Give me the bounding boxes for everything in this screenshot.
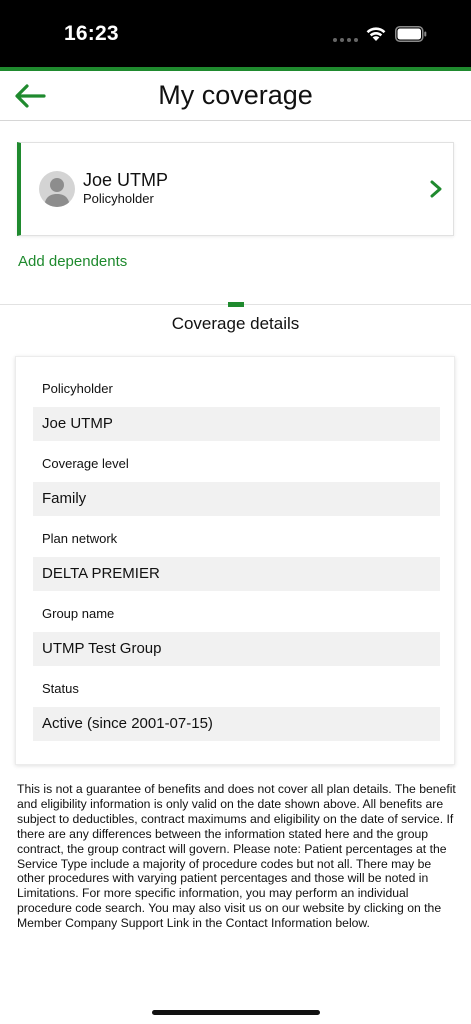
member-role: Policyholder	[83, 191, 154, 206]
detail-label: Coverage level	[42, 456, 129, 471]
section-marker	[228, 302, 244, 307]
wifi-icon	[366, 27, 386, 41]
status-time: 16:23	[64, 22, 119, 45]
detail-field-plan-network: Plan network DELTA PREMIER	[33, 529, 440, 591]
detail-value: DELTA PREMIER	[33, 557, 440, 591]
detail-field-policyholder: Policyholder Joe UTMP	[33, 379, 440, 441]
person-icon	[44, 178, 70, 207]
detail-label: Plan network	[42, 531, 118, 546]
avatar	[39, 171, 75, 207]
detail-label: Policyholder	[42, 381, 113, 396]
member-card[interactable]: Joe UTMP Policyholder	[17, 142, 454, 236]
chevron-right-icon	[430, 180, 442, 198]
detail-value: Active (since 2001-07-15)	[33, 707, 440, 741]
battery-icon	[395, 26, 427, 42]
page-title: My coverage	[158, 80, 313, 110]
detail-value: Joe UTMP	[33, 407, 440, 441]
detail-field-status: Status Active (since 2001-07-15)	[33, 679, 440, 741]
detail-label: Status	[42, 681, 79, 696]
member-name: Joe UTMP	[83, 170, 169, 190]
header: My coverage	[0, 71, 471, 121]
disclaimer-text: This is not a guarantee of benefits and …	[17, 782, 456, 931]
detail-label: Group name	[42, 606, 115, 621]
detail-value: Family	[33, 482, 440, 516]
status-bar: 16:23	[0, 0, 471, 67]
add-dependents-link[interactable]: Add dependents	[18, 253, 127, 270]
detail-field-coverage-level: Coverage level Family	[33, 454, 440, 516]
detail-field-group-name: Group name UTMP Test Group	[33, 604, 440, 666]
section-title: Coverage details	[171, 314, 300, 333]
detail-value: UTMP Test Group	[33, 632, 440, 666]
cellular-signal-icon	[333, 38, 358, 42]
coverage-details-card: Policyholder Joe UTMP Coverage level Fam…	[15, 356, 455, 765]
home-indicator	[152, 1010, 320, 1015]
